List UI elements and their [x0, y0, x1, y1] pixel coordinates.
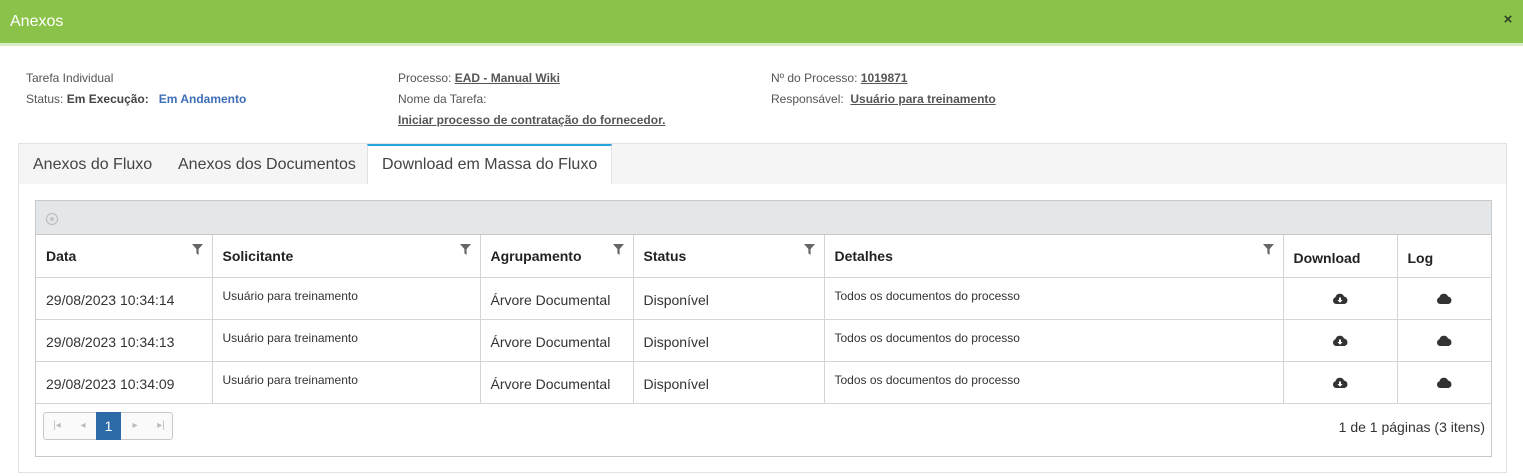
header-download: Download	[1283, 235, 1398, 278]
cell-status: Disponível	[633, 361, 825, 404]
filter-icon[interactable]	[191, 244, 203, 255]
tab-panel: Anexos do Fluxo Anexos dos Documentos Do…	[18, 143, 1507, 473]
cell-log	[1397, 361, 1491, 404]
cloud-download-icon[interactable]	[1332, 377, 1348, 389]
dialog-header: Anexos ×	[0, 0, 1523, 46]
cell-download	[1283, 277, 1398, 320]
cloud-icon[interactable]	[1436, 377, 1452, 389]
current-page-button[interactable]: 1	[96, 412, 121, 440]
cell-data: 29/08/2023 10:34:13	[36, 319, 213, 362]
clear-filter-icon[interactable]	[46, 213, 58, 225]
cell-log	[1397, 319, 1491, 362]
task-type: Tarefa Individual	[26, 71, 114, 85]
pager-controls: |◂ ◂ 1 ▸ ▸|	[43, 412, 173, 440]
cell-solicitante: Usuário para treinamento	[212, 361, 481, 404]
responsible-label: Responsável:	[771, 92, 844, 106]
download-grid: Data Solicitante Agrupamento Status Deta…	[35, 200, 1492, 457]
tab-anexos-dos-documentos[interactable]: Anexos dos Documentos	[164, 144, 370, 184]
header-agrupamento[interactable]: Agrupamento	[480, 235, 634, 278]
status-line: Status: Em Execução: Em Andamento	[26, 89, 246, 110]
table-row: 29/08/2023 10:34:09 Usuário para treinam…	[36, 361, 1491, 404]
cloud-icon[interactable]	[1436, 335, 1452, 347]
first-page-icon[interactable]: |◂	[44, 413, 70, 439]
header-detalhes[interactable]: Detalhes	[824, 235, 1284, 278]
prev-page-icon[interactable]: ◂	[70, 413, 96, 439]
table-row: 29/08/2023 10:34:14 Usuário para treinam…	[36, 277, 1491, 320]
filter-icon[interactable]	[803, 244, 815, 255]
cloud-download-icon[interactable]	[1332, 335, 1348, 347]
table-header-row: Data Solicitante Agrupamento Status Deta…	[36, 235, 1491, 278]
info-column-task: Tarefa Individual Status: Em Execução: E…	[26, 68, 246, 110]
cell-download	[1283, 319, 1398, 362]
cell-agrupamento: Árvore Documental	[480, 277, 634, 320]
cell-status: Disponível	[633, 277, 825, 320]
filter-icon[interactable]	[612, 244, 624, 255]
status-value: Em Execução:	[66, 92, 149, 106]
filter-icon[interactable]	[459, 244, 471, 255]
cell-solicitante: Usuário para treinamento	[212, 277, 481, 320]
process-label: Processo:	[398, 71, 452, 85]
info-column-number: Nº do Processo: 1019871 Responsável: Usu…	[771, 68, 996, 110]
process-link[interactable]: EAD - Manual Wiki	[455, 71, 560, 85]
header-data[interactable]: Data	[36, 235, 213, 278]
process-number-label: Nº do Processo:	[771, 71, 858, 85]
tab-strip: Anexos do Fluxo Anexos dos Documentos Do…	[19, 144, 1506, 184]
task-name-label: Nome da Tarefa:	[398, 92, 487, 106]
cloud-download-icon[interactable]	[1332, 293, 1348, 305]
cell-agrupamento: Árvore Documental	[480, 361, 634, 404]
process-line: Processo: EAD - Manual Wiki	[398, 68, 665, 89]
cell-download	[1283, 361, 1398, 404]
tab-anexos-do-fluxo[interactable]: Anexos do Fluxo	[19, 144, 166, 184]
grid-toolbar	[36, 201, 1491, 235]
header-log: Log	[1397, 235, 1491, 278]
pager-info: 1 de 1 páginas (3 itens)	[1338, 419, 1485, 435]
info-column-process: Processo: EAD - Manual Wiki Nome da Tare…	[398, 68, 665, 131]
cell-data: 29/08/2023 10:34:14	[36, 277, 213, 320]
process-number-line: Nº do Processo: 1019871	[771, 68, 996, 89]
cell-log	[1397, 277, 1491, 320]
status-link[interactable]: Em Andamento	[159, 92, 247, 106]
download-table: Data Solicitante Agrupamento Status Deta…	[36, 235, 1491, 404]
tab-download-em-massa[interactable]: Download em Massa do Fluxo	[367, 144, 613, 184]
cloud-icon[interactable]	[1436, 293, 1452, 305]
table-row: 29/08/2023 10:34:13 Usuário para treinam…	[36, 319, 1491, 362]
status-label: Status:	[26, 92, 64, 106]
cell-detalhes: Todos os documentos do processo	[824, 361, 1284, 404]
responsible-link[interactable]: Usuário para treinamento	[850, 92, 995, 106]
cell-data: 29/08/2023 10:34:09	[36, 361, 213, 404]
header-solicitante[interactable]: Solicitante	[212, 235, 481, 278]
filter-icon[interactable]	[1262, 244, 1274, 255]
cell-detalhes: Todos os documentos do processo	[824, 277, 1284, 320]
cell-detalhes: Todos os documentos do processo	[824, 319, 1284, 362]
task-name-link[interactable]: Iniciar processo de contratação do forne…	[398, 113, 665, 127]
cell-agrupamento: Árvore Documental	[480, 319, 634, 362]
dialog-title: Anexos	[10, 13, 64, 30]
close-icon[interactable]: ×	[1501, 12, 1515, 28]
responsible-line: Responsável: Usuário para treinamento	[771, 89, 996, 110]
cell-solicitante: Usuário para treinamento	[212, 319, 481, 362]
process-number-link[interactable]: 1019871	[861, 71, 908, 85]
cell-status: Disponível	[633, 319, 825, 362]
header-status[interactable]: Status	[633, 235, 825, 278]
next-page-icon[interactable]: ▸	[122, 413, 148, 439]
pager: |◂ ◂ 1 ▸ ▸| 1 de 1 páginas (3 itens)	[36, 403, 1491, 456]
last-page-icon[interactable]: ▸|	[148, 413, 174, 439]
